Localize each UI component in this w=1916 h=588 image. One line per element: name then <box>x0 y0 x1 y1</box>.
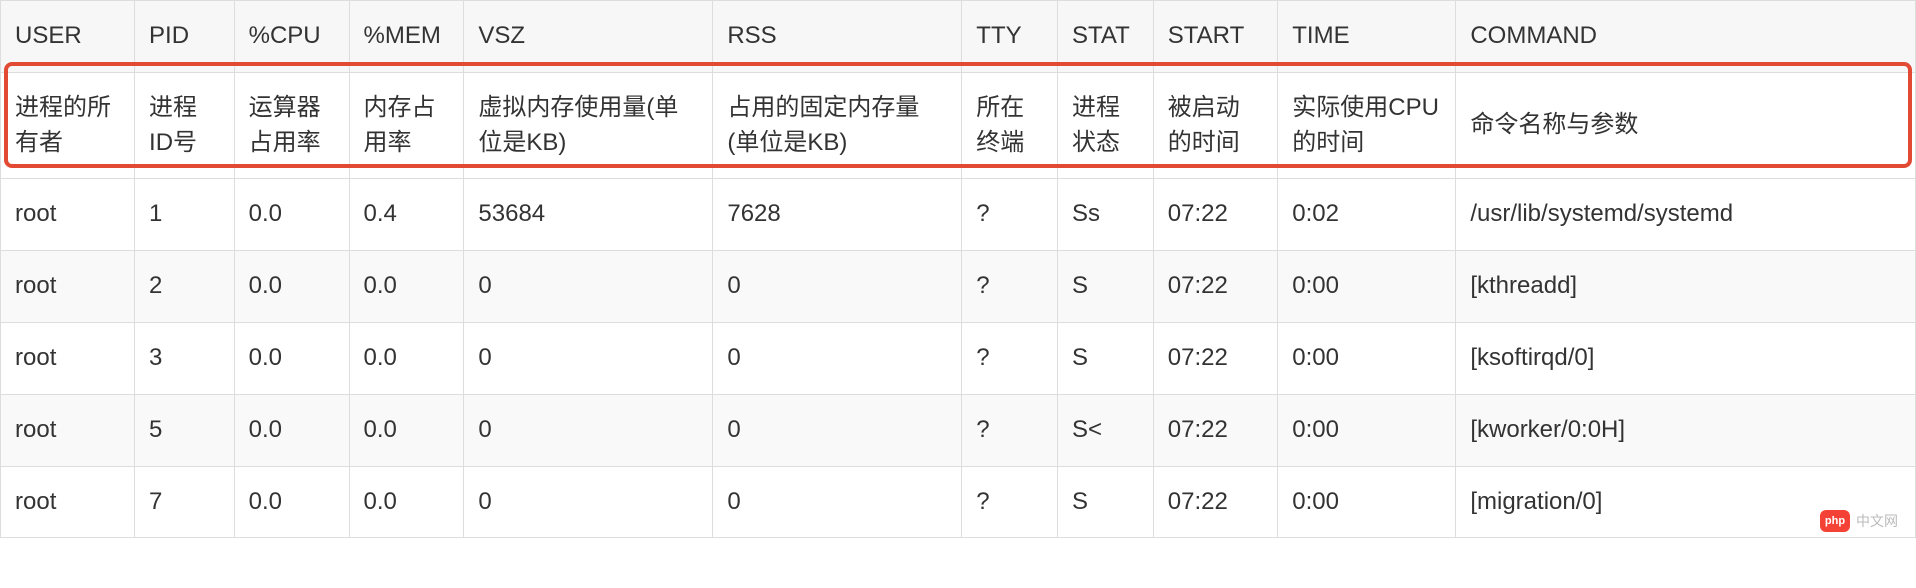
cell-cpu: 0.0 <box>234 394 349 466</box>
cell-rss: 0 <box>713 394 962 466</box>
table-row: root 7 0.0 0.0 0 0 ? S 07:22 0:00 [migra… <box>1 466 1916 538</box>
cell-command: [ksoftirqd/0] <box>1456 322 1916 394</box>
cell-user: root <box>1 466 135 538</box>
cell-vsz: 0 <box>464 466 713 538</box>
cell-cpu: 0.0 <box>234 179 349 251</box>
col-header-vsz: VSZ <box>464 1 713 73</box>
cell-vsz: 0 <box>464 322 713 394</box>
col-desc-tty: 所在终端 <box>962 72 1058 179</box>
table-container: USER PID %CPU %MEM VSZ RSS TTY STAT STAR… <box>0 0 1916 538</box>
table-row: root 1 0.0 0.4 53684 7628 ? Ss 07:22 0:0… <box>1 179 1916 251</box>
cell-time: 0:00 <box>1278 322 1456 394</box>
cell-time: 0:00 <box>1278 394 1456 466</box>
cell-start: 07:22 <box>1153 251 1277 323</box>
col-header-pid: PID <box>135 1 235 73</box>
cell-cpu: 0.0 <box>234 466 349 538</box>
table-body: 进程的所有者 进程ID号 运算器占用率 内存占用率 虚拟内存使用量(单位是KB)… <box>1 72 1916 538</box>
cell-stat: S< <box>1058 394 1154 466</box>
cell-rss: 7628 <box>713 179 962 251</box>
col-header-cpu: %CPU <box>234 1 349 73</box>
cell-tty: ? <box>962 466 1058 538</box>
cell-start: 07:22 <box>1153 466 1277 538</box>
cell-command: [kworker/0:0H] <box>1456 394 1916 466</box>
cell-mem: 0.4 <box>349 179 464 251</box>
cell-mem: 0.0 <box>349 466 464 538</box>
cell-pid: 3 <box>135 322 235 394</box>
watermark: php 中文网 <box>1820 510 1898 532</box>
col-desc-rss: 占用的固定内存量(单位是KB) <box>713 72 962 179</box>
col-desc-start: 被启动的时间 <box>1153 72 1277 179</box>
cell-user: root <box>1 179 135 251</box>
header-row: USER PID %CPU %MEM VSZ RSS TTY STAT STAR… <box>1 1 1916 73</box>
cell-stat: S <box>1058 322 1154 394</box>
cell-rss: 0 <box>713 466 962 538</box>
watermark-text: 中文网 <box>1856 511 1898 531</box>
col-desc-mem: 内存占用率 <box>349 72 464 179</box>
col-header-user: USER <box>1 1 135 73</box>
col-header-mem: %MEM <box>349 1 464 73</box>
col-header-stat: STAT <box>1058 1 1154 73</box>
cell-mem: 0.0 <box>349 322 464 394</box>
cell-start: 07:22 <box>1153 179 1277 251</box>
cell-pid: 7 <box>135 466 235 538</box>
cell-tty: ? <box>962 251 1058 323</box>
col-header-command: COMMAND <box>1456 1 1916 73</box>
table-row: root 5 0.0 0.0 0 0 ? S< 07:22 0:00 [kwor… <box>1 394 1916 466</box>
col-header-start: START <box>1153 1 1277 73</box>
cell-command: [kthreadd] <box>1456 251 1916 323</box>
cell-stat: S <box>1058 466 1154 538</box>
table-head: USER PID %CPU %MEM VSZ RSS TTY STAT STAR… <box>1 1 1916 73</box>
cell-mem: 0.0 <box>349 251 464 323</box>
cell-time: 0:02 <box>1278 179 1456 251</box>
cell-pid: 1 <box>135 179 235 251</box>
col-desc-time: 实际使用CPU的时间 <box>1278 72 1456 179</box>
col-header-time: TIME <box>1278 1 1456 73</box>
process-table: USER PID %CPU %MEM VSZ RSS TTY STAT STAR… <box>0 0 1916 538</box>
cell-time: 0:00 <box>1278 466 1456 538</box>
cell-cpu: 0.0 <box>234 251 349 323</box>
cell-pid: 5 <box>135 394 235 466</box>
cell-start: 07:22 <box>1153 394 1277 466</box>
cell-rss: 0 <box>713 322 962 394</box>
cell-user: root <box>1 251 135 323</box>
cell-user: root <box>1 322 135 394</box>
col-desc-vsz: 虚拟内存使用量(单位是KB) <box>464 72 713 179</box>
watermark-logo: php <box>1820 510 1850 532</box>
cell-command: /usr/lib/systemd/systemd <box>1456 179 1916 251</box>
col-desc-pid: 进程ID号 <box>135 72 235 179</box>
cell-stat: S <box>1058 251 1154 323</box>
cell-vsz: 53684 <box>464 179 713 251</box>
col-desc-cpu: 运算器占用率 <box>234 72 349 179</box>
cell-vsz: 0 <box>464 394 713 466</box>
cell-tty: ? <box>962 394 1058 466</box>
cell-time: 0:00 <box>1278 251 1456 323</box>
cell-user: root <box>1 394 135 466</box>
cell-tty: ? <box>962 322 1058 394</box>
col-header-tty: TTY <box>962 1 1058 73</box>
col-desc-command: 命令名称与参数 <box>1456 72 1916 179</box>
cell-start: 07:22 <box>1153 322 1277 394</box>
col-desc-stat: 进程状态 <box>1058 72 1154 179</box>
cell-vsz: 0 <box>464 251 713 323</box>
table-row: root 3 0.0 0.0 0 0 ? S 07:22 0:00 [ksoft… <box>1 322 1916 394</box>
cell-cpu: 0.0 <box>234 322 349 394</box>
cell-tty: ? <box>962 179 1058 251</box>
table-row: root 2 0.0 0.0 0 0 ? S 07:22 0:00 [kthre… <box>1 251 1916 323</box>
cell-stat: Ss <box>1058 179 1154 251</box>
col-desc-user: 进程的所有者 <box>1 72 135 179</box>
cell-rss: 0 <box>713 251 962 323</box>
description-row: 进程的所有者 进程ID号 运算器占用率 内存占用率 虚拟内存使用量(单位是KB)… <box>1 72 1916 179</box>
cell-pid: 2 <box>135 251 235 323</box>
cell-mem: 0.0 <box>349 394 464 466</box>
col-header-rss: RSS <box>713 1 962 73</box>
